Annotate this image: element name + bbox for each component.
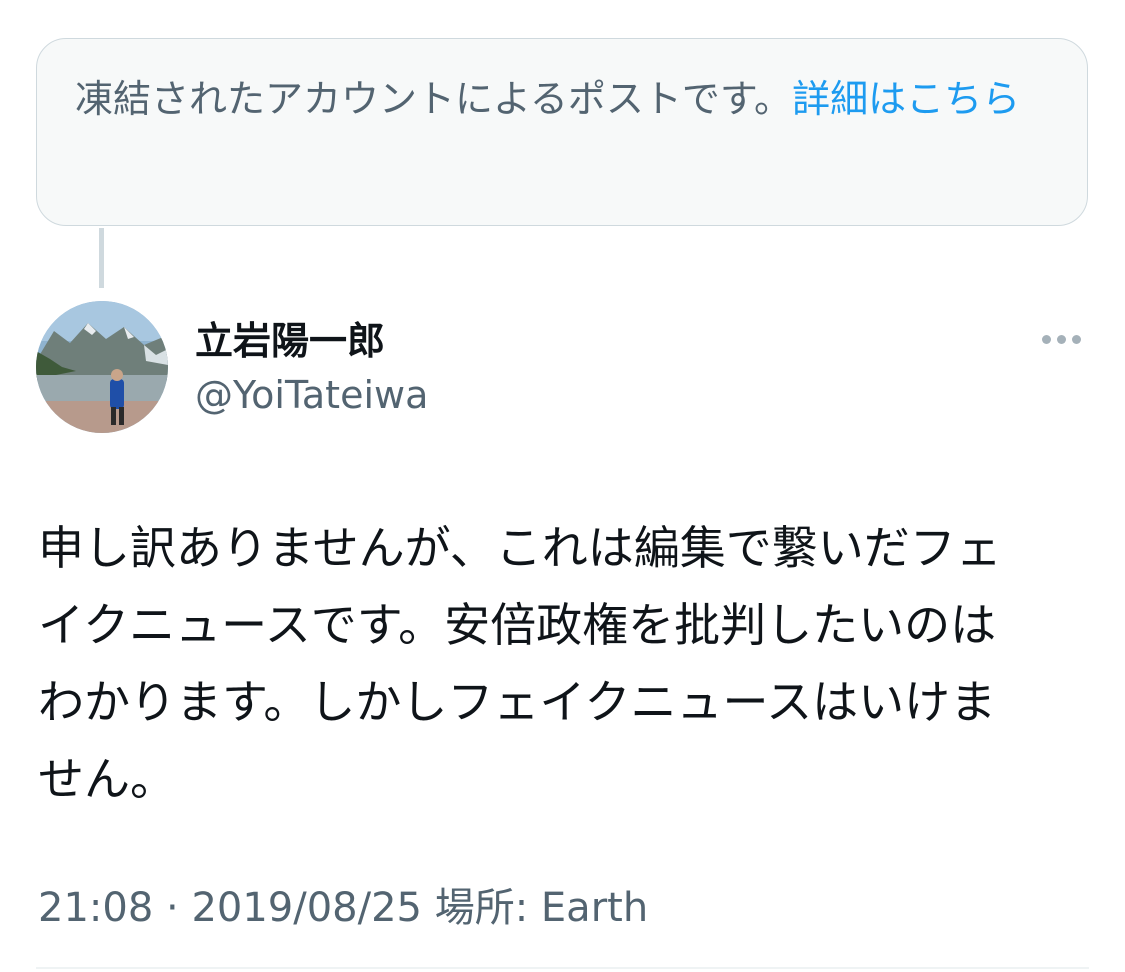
author-display-name[interactable]: 立岩陽一郎 — [195, 316, 385, 366]
location-label: 場所: — [434, 885, 529, 931]
tweet-date[interactable]: 2019/08/25 — [191, 885, 422, 931]
author-handle[interactable]: @YoiTateiwa — [195, 370, 428, 420]
learn-more-link[interactable]: 詳細はこちら — [792, 77, 1020, 121]
avatar[interactable] — [36, 301, 168, 433]
divider — [36, 967, 1089, 969]
tweet-time[interactable]: 21:08 — [38, 885, 153, 931]
suspended-account-notice: 凍結されたアカウントによるポストです。詳細はこちら — [36, 38, 1088, 226]
notice-text: 凍結されたアカウントによるポストです。 — [75, 77, 793, 121]
tweet-meta: 21:08 · 2019/08/25 場所: Earth — [38, 880, 648, 936]
meta-separator: · — [166, 885, 179, 931]
avatar-photo — [36, 301, 168, 433]
tweet-text: 申し訳ありませんが、これは編集で繋いだフェイクニュースです。安倍政権を批判したい… — [38, 521, 1002, 806]
thread-connector-line — [99, 228, 104, 288]
more-options-icon[interactable] — [1036, 322, 1086, 356]
location-value: Earth — [540, 885, 649, 931]
